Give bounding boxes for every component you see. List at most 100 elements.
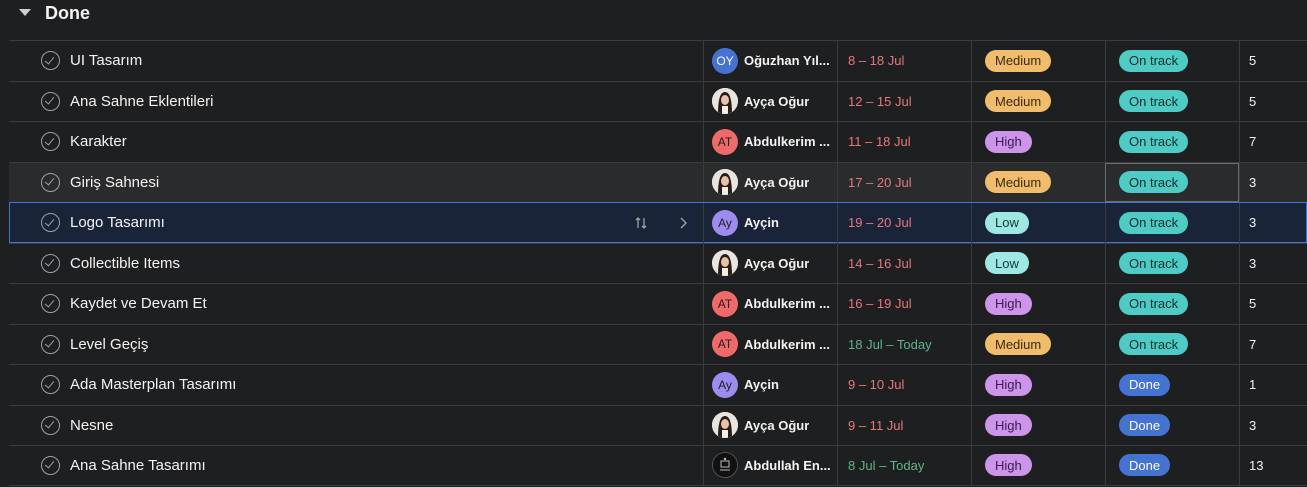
task-name-cell[interactable]: Ada Masterplan Tasarımı — [9, 365, 703, 405]
count-cell[interactable]: 5 — [1239, 41, 1307, 81]
priority-cell[interactable]: Medium — [971, 324, 1105, 364]
count-cell[interactable]: 1 — [1239, 365, 1307, 405]
table-row[interactable]: Ana Sahne Tasarımı Abdullah En... 8 Jul … — [9, 445, 1307, 486]
due-date-cell[interactable]: 14 – 16 Jul — [837, 243, 971, 283]
priority-cell[interactable]: High — [971, 284, 1105, 324]
complete-check-icon[interactable] — [41, 375, 60, 395]
table-row[interactable]: Level Geçiş AT Abdulkerim ... 18 Jul – T… — [9, 323, 1307, 365]
count-cell[interactable]: 3 — [1239, 203, 1307, 243]
due-date-cell[interactable]: 11 – 18 Jul — [837, 122, 971, 162]
status-cell[interactable]: On track — [1105, 284, 1239, 324]
assignee-cell[interactable]: Ayça Oğur — [703, 162, 837, 202]
status-cell[interactable]: On track — [1105, 203, 1239, 243]
assignee-cell[interactable]: Ay Ayçin — [703, 203, 837, 243]
task-name[interactable]: Ada Masterplan Tasarımı — [70, 376, 236, 393]
complete-check-icon[interactable] — [41, 455, 60, 475]
status-cell[interactable]: On track — [1105, 41, 1239, 81]
status-cell[interactable]: Done — [1105, 446, 1239, 485]
count-cell[interactable]: 3 — [1239, 162, 1307, 202]
due-date-cell[interactable]: 18 Jul – Today — [837, 324, 971, 364]
status-cell[interactable]: On track — [1105, 81, 1239, 121]
task-name[interactable]: Level Geçiş — [70, 336, 148, 353]
complete-check-icon[interactable] — [41, 334, 60, 354]
due-date-cell[interactable]: 8 Jul – Today — [837, 446, 971, 485]
count-cell[interactable]: 7 — [1239, 122, 1307, 162]
count-cell[interactable]: 3 — [1239, 405, 1307, 445]
task-name-cell[interactable]: Ana Sahne Eklentileri — [9, 82, 703, 122]
count-cell[interactable]: 5 — [1239, 81, 1307, 121]
task-name[interactable]: Collectible Items — [70, 255, 180, 272]
count-cell[interactable]: 3 — [1239, 243, 1307, 283]
count-cell[interactable]: 5 — [1239, 284, 1307, 324]
task-name[interactable]: Logo Tasarımı — [70, 214, 165, 231]
subtask-swap-icon[interactable] — [633, 215, 649, 231]
task-name-cell[interactable]: Giriş Sahnesi — [9, 163, 703, 203]
task-name-cell[interactable]: Collectible Items — [9, 244, 703, 284]
table-row[interactable]: Collectible Items Ayça Oğur 14 – 16 Jul … — [9, 242, 1307, 284]
due-date-cell[interactable]: 12 – 15 Jul — [837, 81, 971, 121]
task-name[interactable]: Kaydet ve Devam Et — [70, 295, 207, 312]
task-name-cell[interactable]: Nesne — [9, 406, 703, 446]
complete-check-icon[interactable] — [41, 213, 60, 233]
complete-check-icon[interactable] — [41, 51, 60, 71]
complete-check-icon[interactable] — [41, 253, 60, 273]
assignee-cell[interactable]: AT Abdulkerim ... — [703, 122, 837, 162]
assignee-cell[interactable]: Ayça Oğur — [703, 405, 837, 445]
priority-cell[interactable]: High — [971, 405, 1105, 445]
priority-cell[interactable]: Low — [971, 203, 1105, 243]
task-name-cell[interactable]: UI Tasarım — [9, 41, 703, 81]
assignee-cell[interactable]: Ayça Oğur — [703, 243, 837, 283]
collapse-caret-icon[interactable] — [19, 9, 31, 16]
table-row[interactable]: Logo Tasarımı Ay Ayçin 19 – 20 Jul Low O… — [9, 202, 1307, 243]
task-name[interactable]: Ana Sahne Tasarımı — [70, 457, 206, 474]
assignee-cell[interactable]: Ay Ayçin — [703, 365, 837, 405]
assignee-cell[interactable]: OY Oğuzhan Yıl... — [703, 41, 837, 81]
table-row[interactable]: Giriş Sahnesi Ayça Oğur 17 – 20 Jul Medi… — [9, 161, 1307, 203]
section-header[interactable]: Done — [0, 0, 1307, 30]
complete-check-icon[interactable] — [41, 132, 60, 152]
due-date-cell[interactable]: 8 – 18 Jul — [837, 41, 971, 81]
task-name[interactable]: Ana Sahne Eklentileri — [70, 93, 213, 110]
status-cell[interactable]: On track — [1105, 324, 1239, 364]
table-row[interactable]: Kaydet ve Devam Et AT Abdulkerim ... 16 … — [9, 283, 1307, 324]
task-name-cell[interactable]: Level Geçiş — [9, 325, 703, 365]
task-name[interactable]: Nesne — [70, 417, 113, 434]
task-name-cell[interactable]: Ana Sahne Tasarımı — [9, 446, 703, 485]
status-cell[interactable]: On track — [1105, 243, 1239, 283]
task-name[interactable]: Giriş Sahnesi — [70, 174, 159, 191]
priority-cell[interactable]: High — [971, 122, 1105, 162]
priority-cell[interactable]: High — [971, 365, 1105, 405]
due-date-cell[interactable]: 17 – 20 Jul — [837, 162, 971, 202]
status-cell[interactable]: Done — [1105, 365, 1239, 405]
priority-cell[interactable]: High — [971, 446, 1105, 485]
table-row[interactable]: Ana Sahne Eklentileri Ayça Oğur 12 – 15 … — [9, 80, 1307, 122]
task-name[interactable]: Karakter — [70, 133, 127, 150]
assignee-cell[interactable]: Ayça Oğur — [703, 81, 837, 121]
status-cell[interactable]: On track — [1105, 162, 1239, 202]
complete-check-icon[interactable] — [41, 415, 60, 435]
priority-cell[interactable]: Low — [971, 243, 1105, 283]
task-name-cell[interactable]: Karakter — [9, 122, 703, 162]
table-row[interactable]: Ada Masterplan Tasarımı Ay Ayçin 9 – 10 … — [9, 364, 1307, 405]
table-row[interactable]: UI Tasarım OY Oğuzhan Yıl... 8 – 18 Jul … — [9, 40, 1307, 81]
complete-check-icon[interactable] — [41, 294, 60, 314]
table-row[interactable]: Nesne Ayça Oğur 9 – 11 Jul High Done 3 — [9, 404, 1307, 446]
status-cell[interactable]: Done — [1105, 405, 1239, 445]
priority-cell[interactable]: Medium — [971, 41, 1105, 81]
due-date-cell[interactable]: 9 – 10 Jul — [837, 365, 971, 405]
assignee-cell[interactable]: Abdullah En... — [703, 446, 837, 485]
due-date-cell[interactable]: 9 – 11 Jul — [837, 405, 971, 445]
priority-cell[interactable]: Medium — [971, 162, 1105, 202]
due-date-cell[interactable]: 19 – 20 Jul — [837, 203, 971, 243]
count-cell[interactable]: 13 — [1239, 446, 1307, 485]
priority-cell[interactable]: Medium — [971, 81, 1105, 121]
task-name-cell[interactable]: Logo Tasarımı — [9, 203, 703, 243]
table-row[interactable]: Karakter AT Abdulkerim ... 11 – 18 Jul H… — [9, 121, 1307, 162]
due-date-cell[interactable]: 16 – 19 Jul — [837, 284, 971, 324]
count-cell[interactable]: 7 — [1239, 324, 1307, 364]
assignee-cell[interactable]: AT Abdulkerim ... — [703, 324, 837, 364]
task-name[interactable]: UI Tasarım — [70, 52, 142, 69]
complete-check-icon[interactable] — [41, 91, 60, 111]
assignee-cell[interactable]: AT Abdulkerim ... — [703, 284, 837, 324]
task-name-cell[interactable]: Kaydet ve Devam Et — [9, 284, 703, 324]
